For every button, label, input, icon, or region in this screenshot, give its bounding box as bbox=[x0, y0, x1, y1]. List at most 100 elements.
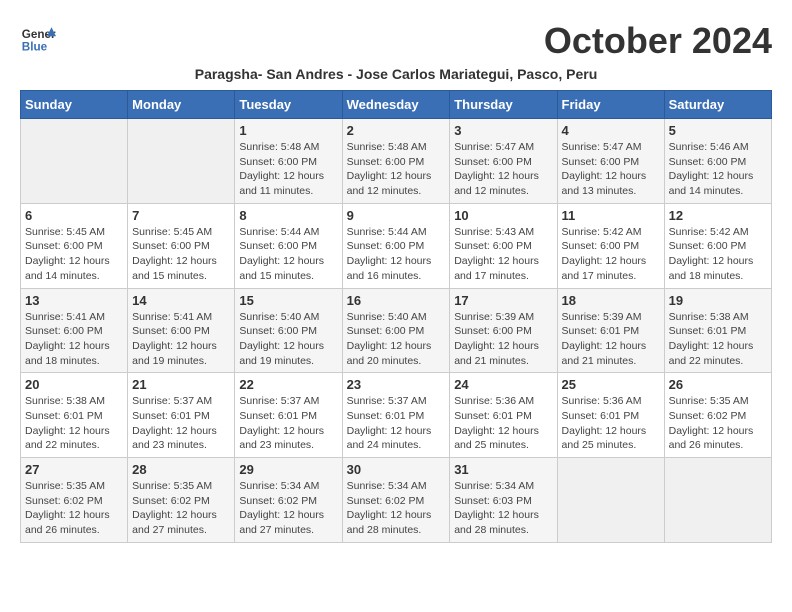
calendar-cell: 16 Sunrise: 5:40 AM Sunset: 6:00 PM Dayli… bbox=[342, 288, 450, 373]
day-number: 30 bbox=[347, 462, 446, 477]
day-detail: Sunrise: 5:36 AM Sunset: 6:01 PM Dayligh… bbox=[562, 394, 660, 453]
day-detail: Sunrise: 5:43 AM Sunset: 6:00 PM Dayligh… bbox=[454, 225, 552, 284]
calendar-cell: 14 Sunrise: 5:41 AM Sunset: 6:00 PM Dayli… bbox=[128, 288, 235, 373]
weekday-header-friday: Friday bbox=[557, 91, 664, 119]
calendar-cell: 27 Sunrise: 5:35 AM Sunset: 6:02 PM Dayli… bbox=[21, 458, 128, 543]
day-number: 15 bbox=[239, 293, 337, 308]
day-number: 8 bbox=[239, 208, 337, 223]
calendar-cell: 29 Sunrise: 5:34 AM Sunset: 6:02 PM Dayli… bbox=[235, 458, 342, 543]
day-detail: Sunrise: 5:37 AM Sunset: 6:01 PM Dayligh… bbox=[132, 394, 230, 453]
day-number: 7 bbox=[132, 208, 230, 223]
day-number: 4 bbox=[562, 123, 660, 138]
calendar-cell bbox=[557, 458, 664, 543]
day-number: 19 bbox=[669, 293, 767, 308]
calendar-body: 1 Sunrise: 5:48 AM Sunset: 6:00 PM Daylig… bbox=[21, 119, 772, 543]
calendar-cell: 7 Sunrise: 5:45 AM Sunset: 6:00 PM Daylig… bbox=[128, 203, 235, 288]
calendar-cell bbox=[664, 458, 771, 543]
day-number: 12 bbox=[669, 208, 767, 223]
day-number: 14 bbox=[132, 293, 230, 308]
calendar-cell: 1 Sunrise: 5:48 AM Sunset: 6:00 PM Daylig… bbox=[235, 119, 342, 204]
day-number: 3 bbox=[454, 123, 552, 138]
day-number: 26 bbox=[669, 377, 767, 392]
day-number: 25 bbox=[562, 377, 660, 392]
calendar-cell: 23 Sunrise: 5:37 AM Sunset: 6:01 PM Dayli… bbox=[342, 373, 450, 458]
logo-icon: General Blue bbox=[20, 20, 56, 56]
day-number: 28 bbox=[132, 462, 230, 477]
day-number: 13 bbox=[25, 293, 123, 308]
day-number: 10 bbox=[454, 208, 552, 223]
weekday-header-tuesday: Tuesday bbox=[235, 91, 342, 119]
day-detail: Sunrise: 5:38 AM Sunset: 6:01 PM Dayligh… bbox=[669, 310, 767, 369]
logo: General Blue bbox=[20, 20, 56, 56]
calendar-cell: 13 Sunrise: 5:41 AM Sunset: 6:00 PM Dayli… bbox=[21, 288, 128, 373]
calendar-cell: 28Sunrise: 5:35 AM Sunset: 6:02 PM Dayli… bbox=[128, 458, 235, 543]
day-detail: Sunrise: 5:48 AM Sunset: 6:00 PM Dayligh… bbox=[347, 140, 446, 199]
calendar-cell: 8 Sunrise: 5:44 AM Sunset: 6:00 PM Daylig… bbox=[235, 203, 342, 288]
day-detail: Sunrise: 5:39 AM Sunset: 6:01 PM Dayligh… bbox=[562, 310, 660, 369]
day-number: 22 bbox=[239, 377, 337, 392]
calendar-cell: 22 Sunrise: 5:37 AM Sunset: 6:01 PM Dayli… bbox=[235, 373, 342, 458]
calendar-cell: 9 Sunrise: 5:44 AM Sunset: 6:00 PM Daylig… bbox=[342, 203, 450, 288]
day-number: 1 bbox=[239, 123, 337, 138]
day-detail: Sunrise: 5:40 AM Sunset: 6:00 PM Dayligh… bbox=[239, 310, 337, 369]
day-detail: Sunrise: 5:34 AM Sunset: 6:02 PM Dayligh… bbox=[347, 479, 446, 538]
calendar-cell: 10 Sunrise: 5:43 AM Sunset: 6:00 PM Dayli… bbox=[450, 203, 557, 288]
day-detail: Sunrise: 5:36 AM Sunset: 6:01 PM Dayligh… bbox=[454, 394, 552, 453]
day-detail: Sunrise: 5:39 AM Sunset: 6:00 PM Dayligh… bbox=[454, 310, 552, 369]
day-detail: Sunrise: 5:47 AM Sunset: 6:00 PM Dayligh… bbox=[562, 140, 660, 199]
day-detail: Sunrise: 5:44 AM Sunset: 6:00 PM Dayligh… bbox=[347, 225, 446, 284]
calendar-header: SundayMondayTuesdayWednesdayThursdayFrid… bbox=[21, 91, 772, 119]
day-number: 24 bbox=[454, 377, 552, 392]
weekday-header-wednesday: Wednesday bbox=[342, 91, 450, 119]
calendar-cell: 19 Sunrise: 5:38 AM Sunset: 6:01 PM Dayli… bbox=[664, 288, 771, 373]
day-detail: Sunrise: 5:35 AM Sunset: 6:02 PM Dayligh… bbox=[25, 479, 123, 538]
day-detail: Sunrise: 5:38 AM Sunset: 6:01 PM Dayligh… bbox=[25, 394, 123, 453]
page-header: General Blue October 2024 bbox=[20, 20, 772, 62]
day-detail: Sunrise: 5:37 AM Sunset: 6:01 PM Dayligh… bbox=[239, 394, 337, 453]
calendar-cell bbox=[128, 119, 235, 204]
day-number: 2 bbox=[347, 123, 446, 138]
calendar-subtitle: Paragsha- San Andres - Jose Carlos Maria… bbox=[20, 66, 772, 82]
calendar-cell: 11Sunrise: 5:42 AM Sunset: 6:00 PM Dayli… bbox=[557, 203, 664, 288]
calendar-table: SundayMondayTuesdayWednesdayThursdayFrid… bbox=[20, 90, 772, 543]
day-detail: Sunrise: 5:41 AM Sunset: 6:00 PM Dayligh… bbox=[25, 310, 123, 369]
day-number: 31 bbox=[454, 462, 552, 477]
day-detail: Sunrise: 5:46 AM Sunset: 6:00 PM Dayligh… bbox=[669, 140, 767, 199]
day-detail: Sunrise: 5:37 AM Sunset: 6:01 PM Dayligh… bbox=[347, 394, 446, 453]
day-detail: Sunrise: 5:35 AM Sunset: 6:02 PM Dayligh… bbox=[669, 394, 767, 453]
weekday-header-saturday: Saturday bbox=[664, 91, 771, 119]
calendar-cell: 30 Sunrise: 5:34 AM Sunset: 6:02 PM Dayli… bbox=[342, 458, 450, 543]
day-number: 27 bbox=[25, 462, 123, 477]
day-number: 29 bbox=[239, 462, 337, 477]
weekday-header-sunday: Sunday bbox=[21, 91, 128, 119]
calendar-cell: 21Sunrise: 5:37 AM Sunset: 6:01 PM Dayli… bbox=[128, 373, 235, 458]
day-detail: Sunrise: 5:44 AM Sunset: 6:00 PM Dayligh… bbox=[239, 225, 337, 284]
day-detail: Sunrise: 5:48 AM Sunset: 6:00 PM Dayligh… bbox=[239, 140, 337, 199]
day-detail: Sunrise: 5:47 AM Sunset: 6:00 PM Dayligh… bbox=[454, 140, 552, 199]
day-detail: Sunrise: 5:41 AM Sunset: 6:00 PM Dayligh… bbox=[132, 310, 230, 369]
calendar-cell: 18Sunrise: 5:39 AM Sunset: 6:01 PM Dayli… bbox=[557, 288, 664, 373]
day-detail: Sunrise: 5:34 AM Sunset: 6:03 PM Dayligh… bbox=[454, 479, 552, 538]
day-number: 5 bbox=[669, 123, 767, 138]
day-number: 20 bbox=[25, 377, 123, 392]
day-detail: Sunrise: 5:45 AM Sunset: 6:00 PM Dayligh… bbox=[132, 225, 230, 284]
day-detail: Sunrise: 5:42 AM Sunset: 6:00 PM Dayligh… bbox=[562, 225, 660, 284]
day-number: 16 bbox=[347, 293, 446, 308]
day-number: 6 bbox=[25, 208, 123, 223]
calendar-cell: 3 Sunrise: 5:47 AM Sunset: 6:00 PM Daylig… bbox=[450, 119, 557, 204]
day-detail: Sunrise: 5:45 AM Sunset: 6:00 PM Dayligh… bbox=[25, 225, 123, 284]
day-number: 23 bbox=[347, 377, 446, 392]
calendar-cell bbox=[21, 119, 128, 204]
calendar-cell: 25 Sunrise: 5:36 AM Sunset: 6:01 PM Dayli… bbox=[557, 373, 664, 458]
day-detail: Sunrise: 5:42 AM Sunset: 6:00 PM Dayligh… bbox=[669, 225, 767, 284]
month-title: October 2024 bbox=[544, 20, 772, 62]
calendar-cell: 20 Sunrise: 5:38 AM Sunset: 6:01 PM Dayli… bbox=[21, 373, 128, 458]
weekday-header-monday: Monday bbox=[128, 91, 235, 119]
calendar-cell: 24 Sunrise: 5:36 AM Sunset: 6:01 PM Dayli… bbox=[450, 373, 557, 458]
day-detail: Sunrise: 5:34 AM Sunset: 6:02 PM Dayligh… bbox=[239, 479, 337, 538]
svg-text:Blue: Blue bbox=[22, 41, 48, 54]
calendar-cell: 31 Sunrise: 5:34 AM Sunset: 6:03 PM Dayli… bbox=[450, 458, 557, 543]
calendar-cell: 5 Sunrise: 5:46 AM Sunset: 6:00 PM Daylig… bbox=[664, 119, 771, 204]
day-number: 9 bbox=[347, 208, 446, 223]
day-detail: Sunrise: 5:40 AM Sunset: 6:00 PM Dayligh… bbox=[347, 310, 446, 369]
